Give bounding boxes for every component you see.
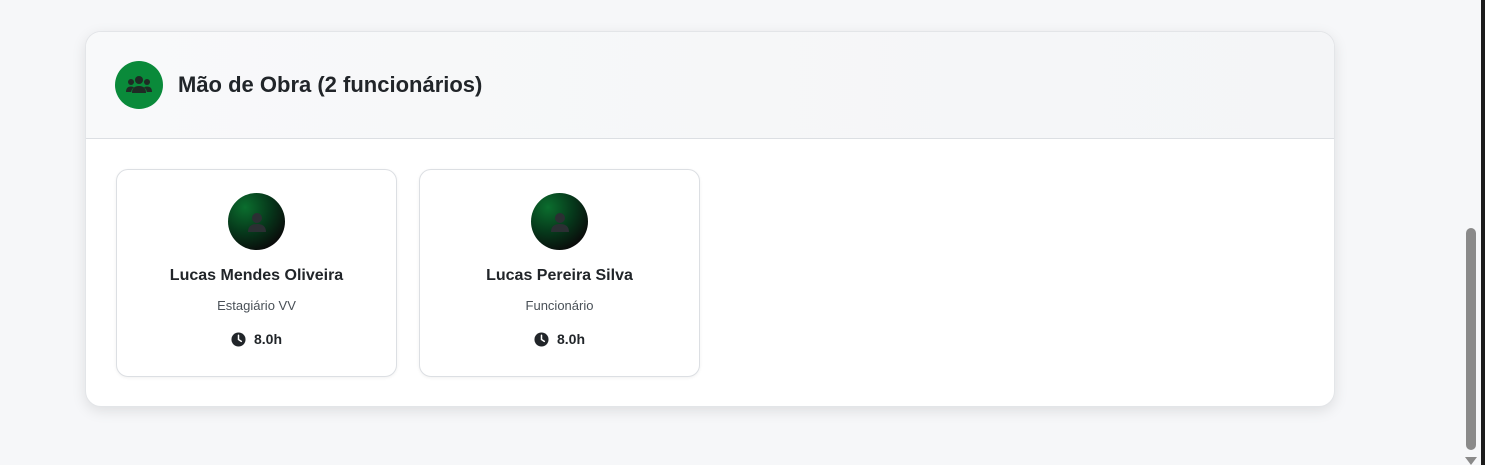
scroll-down-arrow-icon[interactable] <box>1465 457 1477 465</box>
panel-header: Mão de Obra (2 funcionários) <box>86 32 1334 139</box>
scrollbar-thumb[interactable] <box>1466 228 1476 450</box>
clock-icon <box>534 331 549 347</box>
worker-name: Lucas Pereira Silva <box>486 267 633 284</box>
worker-card[interactable]: Lucas Pereira Silva Funcionário 8.0h <box>419 169 700 377</box>
panel-title: Mão de Obra (2 funcionários) <box>178 72 483 97</box>
user-icon <box>228 193 285 250</box>
worker-name: Lucas Mendes Oliveira <box>169 267 344 284</box>
window-edge <box>1481 0 1485 465</box>
worker-hours: 8.0h <box>534 331 585 347</box>
users-group-icon <box>115 61 163 109</box>
worker-hours: 8.0h <box>231 331 282 347</box>
worker-role: Estagiário VV <box>217 298 296 313</box>
vertical-scrollbar[interactable] <box>1462 0 1480 465</box>
worker-hours-value: 8.0h <box>253 331 282 347</box>
worker-role: Funcionário <box>525 298 594 313</box>
user-icon <box>531 193 588 250</box>
clock-icon <box>231 331 246 347</box>
worker-card[interactable]: Lucas Mendes Oliveira Estagiário VV 8.0h <box>116 169 397 377</box>
workers-grid: Lucas Mendes Oliveira Estagiário VV 8.0h <box>86 139 1334 406</box>
workforce-panel: Mão de Obra (2 funcionários) Lucas Mende… <box>85 31 1335 407</box>
worker-hours-value: 8.0h <box>556 331 585 347</box>
